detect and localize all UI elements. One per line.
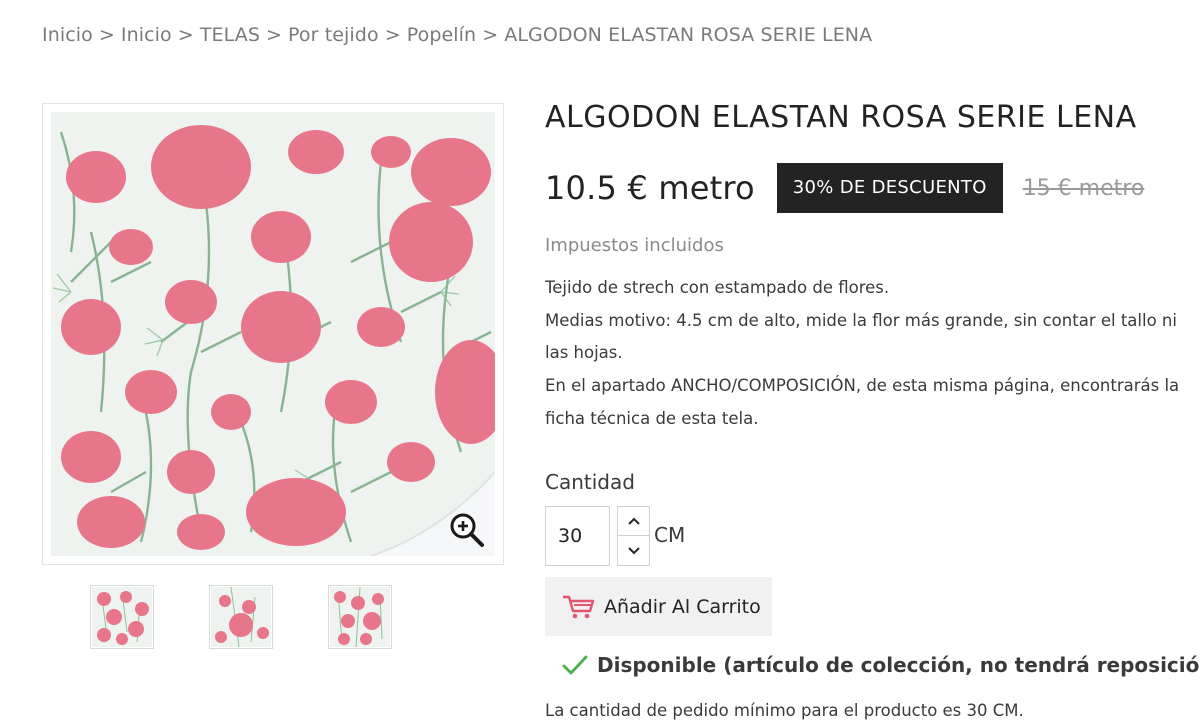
quantity-label: Cantidad xyxy=(545,470,635,494)
price-row: 10.5 € metro 30% DE DESCUENTO 15 € metro xyxy=(545,163,1144,213)
product-title: ALGODON ELASTAN ROSA SERIE LENA xyxy=(545,100,1137,135)
old-price: 15 € metro xyxy=(1022,175,1145,201)
discount-badge: 30% DE DESCUENTO xyxy=(776,163,1003,213)
description-line: En el apartado ANCHO/COMPOSICIÓN, de est… xyxy=(545,376,1180,428)
breadcrumb-separator: > xyxy=(266,24,283,46)
cart-icon xyxy=(563,595,595,618)
minimum-order-note: La cantidad de pedido mínimo para el pro… xyxy=(545,701,1024,720)
breadcrumb-separator: > xyxy=(384,24,401,46)
breadcrumb-separator: > xyxy=(177,24,194,46)
breadcrumb-current: ALGODON ELASTAN ROSA SERIE LENA xyxy=(504,24,873,46)
check-icon xyxy=(562,655,588,675)
thumbnail-1[interactable] xyxy=(90,585,154,649)
quantity-increase-button[interactable] xyxy=(618,507,649,536)
add-to-cart-button[interactable]: Añadir Al Carrito xyxy=(545,577,772,636)
breadcrumb-link-inicio[interactable]: Inicio xyxy=(42,24,93,46)
thumbnail-3[interactable] xyxy=(328,585,392,649)
quantity-decrease-button[interactable] xyxy=(618,536,649,565)
current-price: 10.5 € metro xyxy=(545,169,755,207)
zoom-in-icon[interactable] xyxy=(449,512,485,548)
product-image-frame xyxy=(42,103,504,565)
product-description: Tejido de strech con estampado de flores… xyxy=(545,272,1195,436)
availability-status: Disponible (artículo de colección, no te… xyxy=(562,653,1200,677)
breadcrumb-separator: > xyxy=(482,24,499,46)
breadcrumb: Inicio > Inicio > TELAS > Por tejido > Popelín > A… xyxy=(42,24,872,46)
add-to-cart-label: Añadir Al Carrito xyxy=(604,595,761,618)
chevron-up-icon xyxy=(627,517,640,525)
breadcrumb-link-inicio-2[interactable]: Inicio xyxy=(121,24,172,46)
breadcrumb-link-popelin[interactable]: Popelín xyxy=(407,24,476,46)
product-main-image[interactable] xyxy=(51,112,495,556)
breadcrumb-link-por-tejido[interactable]: Por tejido xyxy=(288,24,379,46)
breadcrumb-link-telas[interactable]: TELAS xyxy=(200,24,260,46)
description-line: Medias motivo: 4.5 cm de alto, mide la f… xyxy=(545,310,1177,363)
quantity-input[interactable] xyxy=(545,506,610,566)
quantity-unit: CM xyxy=(654,523,686,547)
description-line: Tejido de strech con estampado de flores… xyxy=(545,278,890,297)
chevron-down-icon xyxy=(627,546,640,554)
quantity-stepper xyxy=(617,506,650,566)
thumbnail-list xyxy=(90,585,392,649)
thumbnail-2[interactable] xyxy=(209,585,273,649)
breadcrumb-separator: > xyxy=(98,24,115,46)
availability-text: Disponible (artículo de colección, no te… xyxy=(597,653,1200,677)
tax-note: Impuestos incluidos xyxy=(545,235,724,256)
